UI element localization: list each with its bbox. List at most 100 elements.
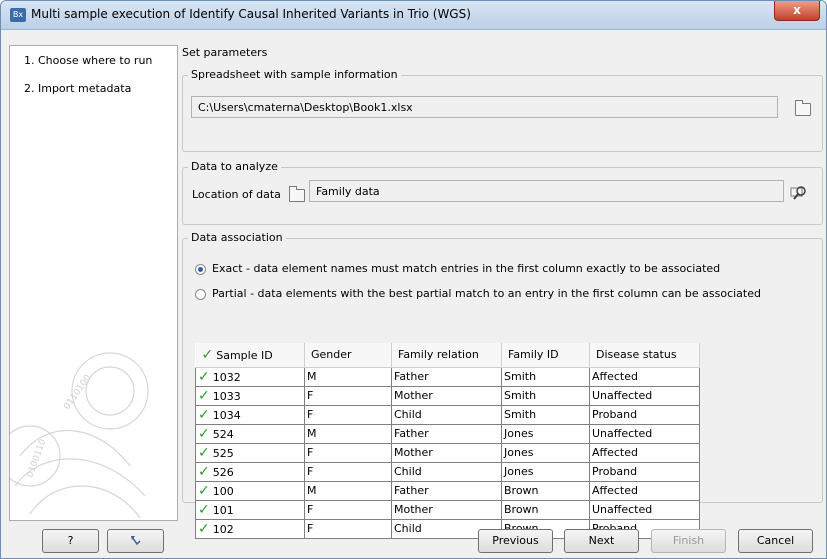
disease-status-cell[interactable]: Unaffected — [589, 423, 700, 444]
sample-id-cell[interactable]: ✓ 526 — [195, 461, 305, 482]
sample-id-cell[interactable]: ✓ 1033 — [195, 385, 305, 406]
family-relation-cell[interactable]: Child — [391, 404, 502, 425]
partial-match-label[interactable]: Partial - data elements with the best pa… — [212, 287, 761, 300]
check-icon: ✓ — [198, 406, 210, 423]
table-row[interactable]: ✓ 100 M Father Brown Affected — [195, 480, 700, 501]
browse-location-icon[interactable] — [790, 183, 808, 201]
column-header-family-id[interactable]: Family ID — [501, 343, 590, 368]
partial-match-radio[interactable] — [195, 289, 206, 300]
family-id-cell[interactable]: Jones — [501, 423, 590, 444]
table-row[interactable]: ✓ 525 F Mother Jones Affected — [195, 442, 700, 463]
family-relation-cell[interactable]: Child — [391, 461, 502, 482]
folder-icon[interactable] — [795, 100, 811, 116]
family-id-cell[interactable]: Brown — [501, 499, 590, 520]
family-relation-cell[interactable]: Father — [391, 480, 502, 501]
table-row[interactable]: ✓ 1033 F Mother Smith Unaffected — [195, 385, 700, 406]
family-relation-cell[interactable]: Father — [391, 423, 502, 444]
disease-status-cell[interactable]: Affected — [589, 480, 700, 501]
family-relation-cell[interactable]: Mother — [391, 385, 502, 406]
title-bar[interactable]: Bx Multi sample execution of Identify Ca… — [1, 1, 826, 30]
gender-cell[interactable]: F — [304, 385, 392, 406]
disease-status-cell[interactable]: Unaffected — [589, 385, 700, 406]
step-choose-where-to-run[interactable]: 1. Choose where to run — [24, 54, 152, 67]
check-icon: ✓ — [198, 368, 210, 385]
previous-button[interactable]: Previous — [478, 529, 553, 553]
sample-id-cell[interactable]: ✓ 101 — [195, 499, 305, 520]
family-id-cell[interactable]: Brown — [501, 480, 590, 501]
sample-table: ✓ Sample ID Gender Family relation Family… — [195, 343, 700, 539]
cancel-button[interactable]: Cancel — [738, 529, 813, 553]
sample-id-cell[interactable]: ✓ 100 — [195, 480, 305, 501]
disease-status-cell[interactable]: Proband — [589, 461, 700, 482]
check-icon: ✓ — [198, 501, 210, 518]
gender-cell[interactable]: F — [304, 518, 392, 539]
table-row[interactable]: ✓ 524 M Father Jones Unaffected — [195, 423, 700, 444]
data-to-analyze-group-label: Data to analyze — [188, 160, 281, 173]
close-button[interactable]: x — [774, 1, 820, 21]
undo-icon — [131, 536, 141, 546]
column-header-sample-id[interactable]: ✓ Sample ID — [195, 343, 305, 368]
gender-cell[interactable]: M — [304, 423, 392, 444]
reset-button[interactable] — [107, 529, 164, 553]
table-row[interactable]: ✓ 1034 F Child Smith Proband — [195, 404, 700, 425]
location-of-data-field[interactable]: Family data — [309, 180, 784, 202]
sample-id-cell[interactable]: ✓ 525 — [195, 442, 305, 463]
step-import-metadata[interactable]: 2. Import metadata — [24, 82, 131, 95]
table-row[interactable]: ✓ 1032 M Father Smith Affected — [195, 366, 700, 387]
check-icon: ✓ — [198, 425, 210, 442]
sample-id-cell[interactable]: ✓ 1032 — [195, 366, 305, 387]
help-button[interactable]: ? — [42, 529, 99, 553]
dialog-window: Bx Multi sample execution of Identify Ca… — [0, 0, 827, 559]
location-of-data-label: Location of data — [192, 188, 281, 201]
check-icon: ✓ — [198, 463, 210, 480]
gender-cell[interactable]: F — [304, 499, 392, 520]
disease-status-cell[interactable]: Affected — [589, 366, 700, 387]
table-row[interactable]: ✓ 526 F Child Jones Proband — [195, 461, 700, 482]
family-relation-cell[interactable]: Mother — [391, 442, 502, 463]
disease-status-cell[interactable]: Affected — [589, 442, 700, 463]
panel-heading: Set parameters — [182, 46, 268, 59]
family-relation-cell[interactable]: Mother — [391, 499, 502, 520]
gender-cell[interactable]: F — [304, 404, 392, 425]
exact-match-label[interactable]: Exact - data element names must match en… — [212, 262, 720, 275]
column-header-family-relation[interactable]: Family relation — [391, 343, 502, 368]
family-id-cell[interactable]: Jones — [501, 442, 590, 463]
family-id-cell[interactable]: Smith — [501, 404, 590, 425]
family-id-cell[interactable]: Jones — [501, 461, 590, 482]
gender-cell[interactable]: F — [304, 442, 392, 463]
gender-cell[interactable]: M — [304, 366, 392, 387]
check-icon: ✓ — [201, 346, 214, 363]
check-icon: ✓ — [198, 482, 210, 499]
column-header-disease-status[interactable]: Disease status — [589, 343, 700, 368]
spreadsheet-path-field[interactable]: C:\Users\cmaterna\Desktop\Book1.xlsx — [191, 96, 778, 118]
data-to-analyze-group: Data to analyze Location of data Family … — [182, 160, 823, 225]
check-icon: ✓ — [198, 444, 210, 461]
svg-text:0110100: 0110100 — [62, 373, 93, 412]
table-row[interactable]: ✓ 101 F Mother Brown Unaffected — [195, 499, 700, 520]
spreadsheet-group-label: Spreadsheet with sample information — [188, 68, 401, 81]
sample-id-cell[interactable]: ✓ 102 — [195, 518, 305, 539]
disease-status-cell[interactable]: Unaffected — [589, 499, 700, 520]
family-id-cell[interactable]: Smith — [501, 385, 590, 406]
steps-panel: 1. Choose where to run 2. Import metadat… — [9, 45, 178, 521]
parameters-panel: Set parameters Spreadsheet with sample i… — [182, 45, 823, 539]
gender-cell[interactable]: F — [304, 461, 392, 482]
sample-id-cell[interactable]: ✓ 524 — [195, 423, 305, 444]
next-button[interactable]: Next — [564, 529, 639, 553]
data-association-group-label: Data association — [188, 231, 286, 244]
gender-cell[interactable]: M — [304, 480, 392, 501]
disease-status-cell[interactable]: Proband — [589, 404, 700, 425]
sample-id-cell[interactable]: ✓ 1034 — [195, 404, 305, 425]
family-relation-cell[interactable]: Father — [391, 366, 502, 387]
family-id-cell[interactable]: Smith — [501, 366, 590, 387]
table-header-row: ✓ Sample ID Gender Family relation Family… — [195, 343, 700, 368]
app-icon: Bx — [10, 8, 26, 22]
exact-match-radio[interactable] — [195, 264, 206, 275]
svg-text:0100110: 0100110 — [25, 438, 48, 479]
finish-button[interactable]: Finish — [651, 529, 726, 553]
dialog-content: 1. Choose where to run 2. Import metadat… — [9, 45, 823, 539]
column-header-gender[interactable]: Gender — [304, 343, 392, 368]
check-icon: ✓ — [198, 520, 210, 537]
folder-icon — [289, 186, 305, 202]
window-title: Multi sample execution of Identify Causa… — [31, 7, 471, 21]
